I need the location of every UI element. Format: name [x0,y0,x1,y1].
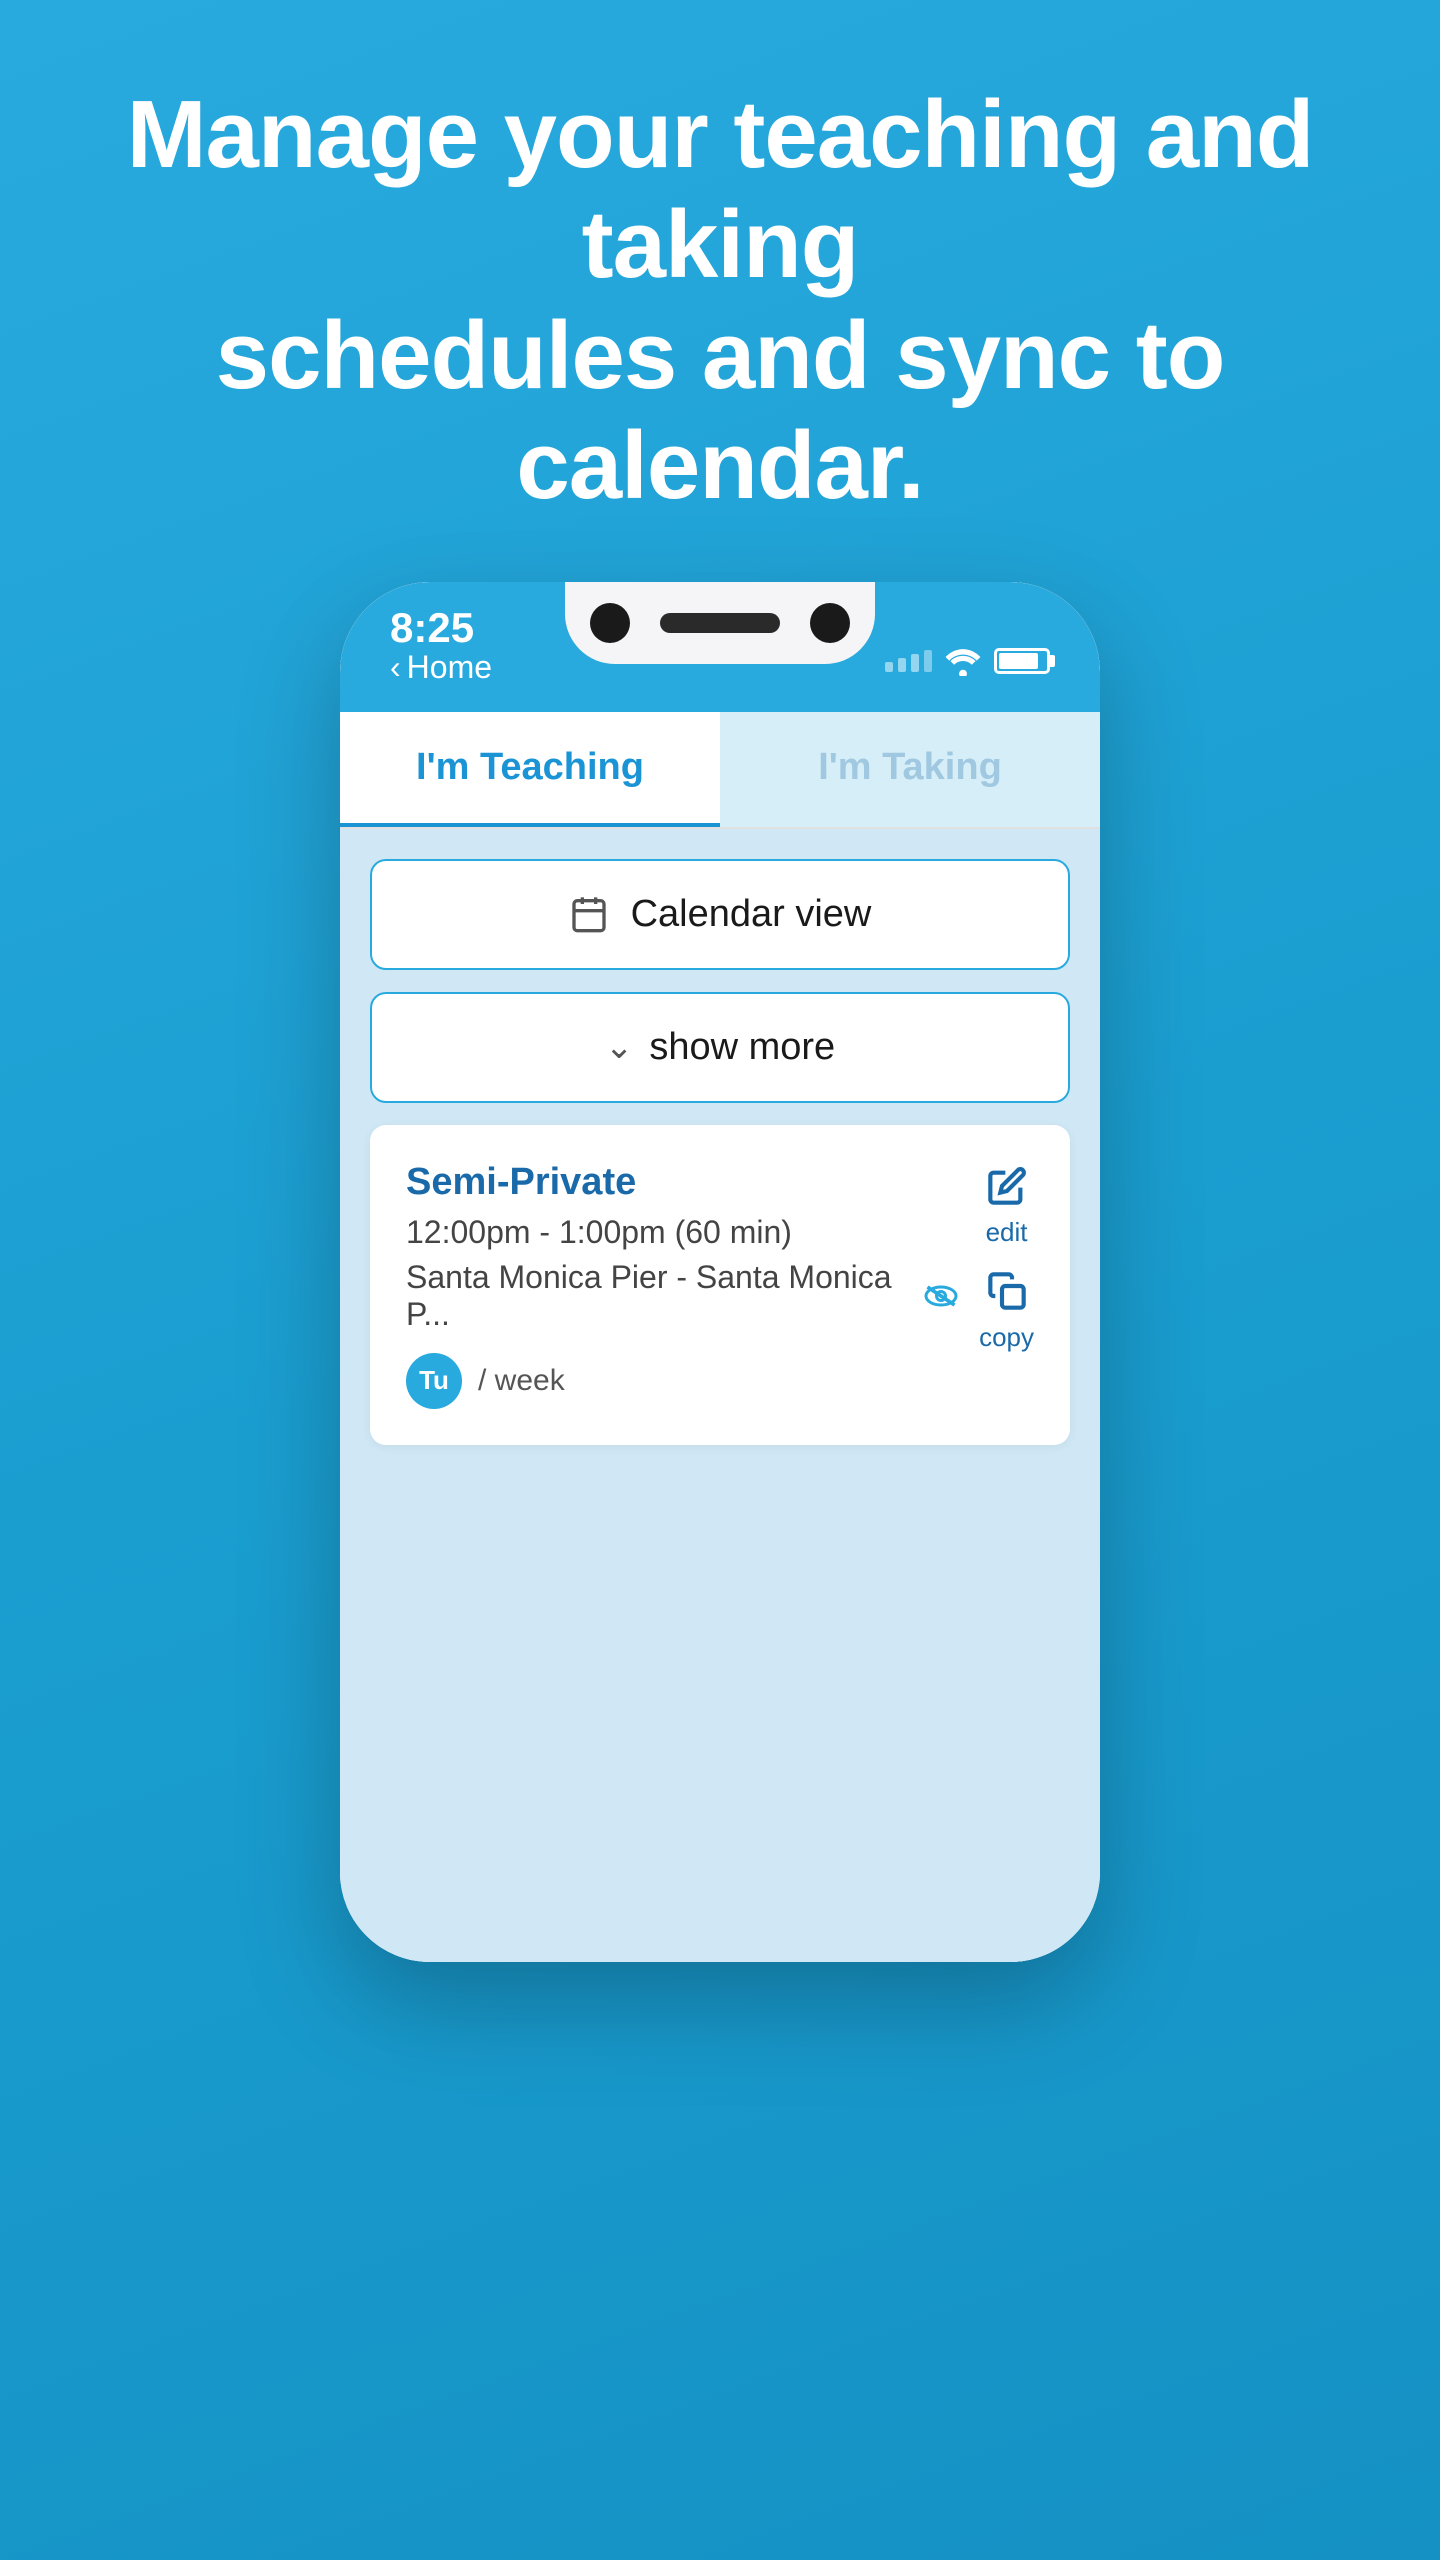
edit-label: edit [986,1217,1028,1248]
show-more-button[interactable]: ⌄ show more [370,992,1070,1103]
app-content: I'm Teaching I'm Taking Calendar view [340,712,1100,1962]
frequency-label: / week [478,1364,565,1398]
session-footer: Tu / week [406,1353,959,1409]
back-button[interactable]: ‹ Home [390,649,492,686]
phone-frame: 8:25 ‹ Home [340,582,1100,1962]
signal-icon [885,650,932,672]
notch [565,582,875,664]
edit-icon [987,1166,1027,1206]
tab-teaching[interactable]: I'm Teaching [340,712,720,827]
status-bar: 8:25 ‹ Home [340,582,1100,712]
battery-icon [994,648,1050,674]
tab-taking[interactable]: I'm Taking [720,712,1100,827]
calendar-icon [569,894,609,934]
front-camera-icon [590,603,630,643]
session-info: Semi-Private 12:00pm - 1:00pm (60 min) S… [406,1161,959,1409]
copy-label: copy [979,1322,1034,1353]
session-card: Semi-Private 12:00pm - 1:00pm (60 min) S… [370,1125,1070,1445]
session-title: Semi-Private [406,1161,959,1204]
calendar-view-button[interactable]: Calendar view [370,859,1070,970]
day-badge: Tu [406,1353,462,1409]
session-actions: edit copy [959,1161,1034,1353]
status-icons [885,646,1050,676]
edit-button[interactable]: edit [982,1161,1032,1248]
speaker-icon [660,613,780,633]
status-time: 8:25 [390,607,474,649]
tabs-bar: I'm Teaching I'm Taking [340,712,1100,829]
hide-icon[interactable] [923,1282,959,1310]
show-more-label: show more [649,1026,835,1069]
copy-icon [987,1271,1027,1311]
copy-button[interactable]: copy [979,1266,1034,1353]
main-content: Calendar view ⌄ show more Semi-Private 1… [340,829,1100,1962]
wifi-icon [944,646,982,676]
face-id-icon [810,603,850,643]
session-time: 12:00pm - 1:00pm (60 min) [406,1214,959,1251]
headline: Manage your teaching and taking schedule… [0,0,1440,582]
calendar-view-label: Calendar view [631,893,872,936]
session-location: Santa Monica Pier - Santa Monica P... [406,1259,959,1333]
chevron-down-icon: ⌄ [605,1027,634,1067]
